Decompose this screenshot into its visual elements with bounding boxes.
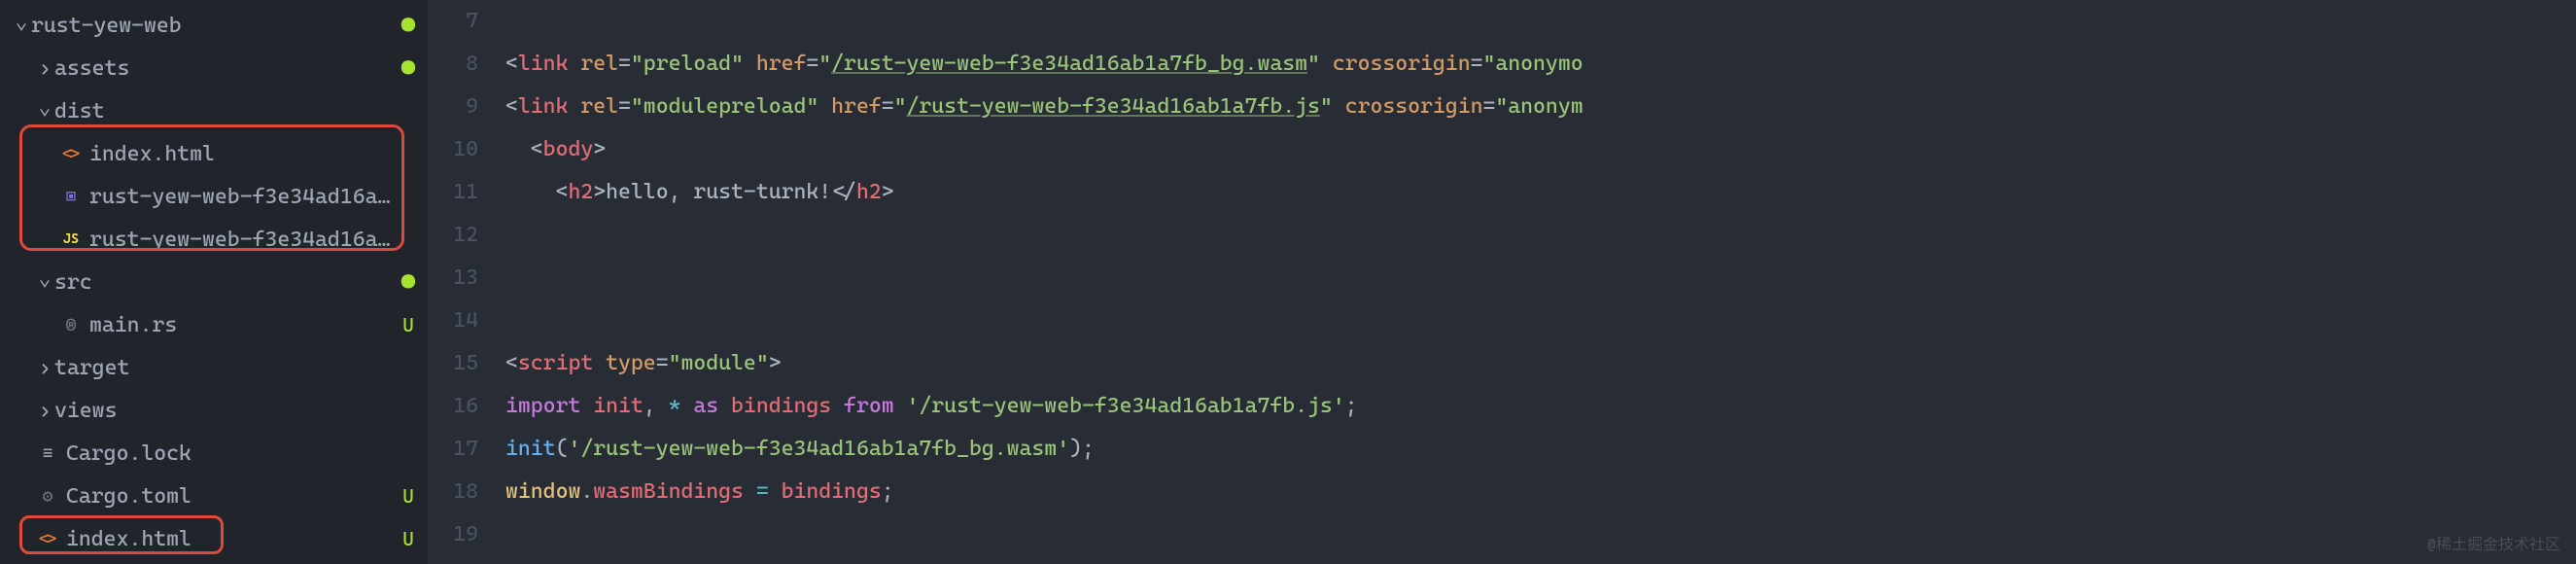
file-explorer-sidebar: rust-yew-web●assets●dist<>index.html▣rus…	[0, 0, 428, 564]
chevron-right-icon[interactable]	[35, 356, 54, 380]
code-line[interactable]: import init, * as bindings from '/rust-y…	[505, 385, 2576, 428]
code-line[interactable]	[505, 513, 2576, 556]
chevron-down-icon[interactable]	[35, 270, 54, 295]
folder-views[interactable]: views	[0, 389, 428, 432]
tree-item-label: index.html	[66, 527, 397, 551]
file-index-html[interactable]: <>index.html	[0, 132, 428, 175]
git-status-indicator: U	[397, 484, 420, 508]
html-file-icon: <>	[58, 144, 84, 164]
folder-dist[interactable]: dist	[0, 89, 428, 132]
line-number-gutter: 78910111213141516171819	[428, 0, 505, 564]
code-line[interactable]	[505, 0, 2576, 43]
chevron-down-icon[interactable]	[35, 99, 54, 123]
folder-target[interactable]: target	[0, 346, 428, 389]
file-rust-yew-web-f3e34ad16ab1a7fb-bg-wasm[interactable]: ▣rust-yew-web-f3e34ad16ab1a7fb_bg.wasm	[0, 175, 428, 218]
line-number: 15	[428, 342, 478, 385]
folder-rust-yew-web[interactable]: rust-yew-web●	[0, 4, 428, 47]
tree-item-label: Cargo.toml	[66, 484, 397, 509]
code-line[interactable]: <h2>hello, rust-turnk!</h2>	[505, 171, 2576, 214]
tree-item-label: assets	[54, 56, 397, 81]
tree-item-label: dist	[54, 99, 397, 123]
tree-item-label: target	[54, 356, 397, 380]
line-number: 14	[428, 300, 478, 342]
line-number: 16	[428, 385, 478, 428]
line-number: 18	[428, 471, 478, 513]
folder-assets[interactable]: assets●	[0, 47, 428, 89]
code-line[interactable]: <body>	[505, 128, 2576, 171]
wasm-file-icon: ▣	[58, 187, 84, 207]
code-line[interactable]: init('/rust-yew-web-f3e34ad16ab1a7fb_bg.…	[505, 428, 2576, 471]
line-number: 8	[428, 43, 478, 86]
tree-item-label: rust-yew-web-f3e34ad16ab1a7fb.js	[89, 228, 397, 252]
chevron-right-icon[interactable]	[35, 399, 54, 423]
tree-item-label: main.rs	[89, 313, 397, 337]
rs-file-icon: ®	[58, 315, 84, 335]
js-file-icon: JS	[58, 231, 84, 247]
line-number: 19	[428, 513, 478, 556]
line-number: 10	[428, 128, 478, 171]
tree-item-label: Cargo.lock	[66, 441, 397, 466]
line-number: 7	[428, 0, 478, 43]
tree-item-label: rust-yew-web	[31, 14, 397, 38]
code-editor[interactable]: 78910111213141516171819 <link rel="prelo…	[428, 0, 2576, 564]
watermark-text: @稀土掘金技术社区	[2427, 531, 2560, 554]
tree-item-label: src	[54, 270, 397, 295]
git-status-indicator: U	[397, 527, 420, 550]
gear-file-icon: ⚙	[35, 486, 60, 507]
code-content[interactable]: <link rel="preload" href="/rust-yew-web-…	[505, 0, 2576, 564]
line-number: 9	[428, 86, 478, 128]
code-line[interactable]: <link rel="preload" href="/rust-yew-web-…	[505, 43, 2576, 86]
file-cargo-toml[interactable]: ⚙ Cargo.tomlU	[0, 475, 428, 517]
git-status-indicator: U	[397, 313, 420, 336]
code-line[interactable]: <link rel="modulepreload" href="/rust-ye…	[505, 86, 2576, 128]
code-line[interactable]	[505, 214, 2576, 257]
line-number: 11	[428, 171, 478, 214]
tree-item-label: views	[54, 399, 397, 423]
folder-src[interactable]: src●	[0, 261, 428, 303]
lock-file-icon: ≡	[35, 443, 60, 464]
line-number: 17	[428, 428, 478, 471]
file-cargo-lock[interactable]: ≡ Cargo.lock	[0, 432, 428, 475]
code-line[interactable]	[505, 300, 2576, 342]
line-number: 13	[428, 257, 478, 300]
chevron-down-icon[interactable]	[12, 14, 31, 38]
tree-item-label: rust-yew-web-f3e34ad16ab1a7fb_bg.wasm	[89, 185, 397, 209]
file-main-rs[interactable]: ®main.rsU	[0, 303, 428, 346]
html-file-icon: <>	[35, 529, 60, 549]
code-line[interactable]: window.wasmBindings = bindings;	[505, 471, 2576, 513]
code-line[interactable]: <script type="module">	[505, 342, 2576, 385]
line-number: 12	[428, 214, 478, 257]
file-index-html[interactable]: <> index.htmlU	[0, 517, 428, 560]
tree-item-label: index.html	[89, 142, 397, 166]
file-rust-yew-web-f3e34ad16ab1a7fb-js[interactable]: JS rust-yew-web-f3e34ad16ab1a7fb.js	[0, 218, 428, 261]
chevron-right-icon[interactable]	[35, 56, 54, 81]
code-line[interactable]	[505, 257, 2576, 300]
